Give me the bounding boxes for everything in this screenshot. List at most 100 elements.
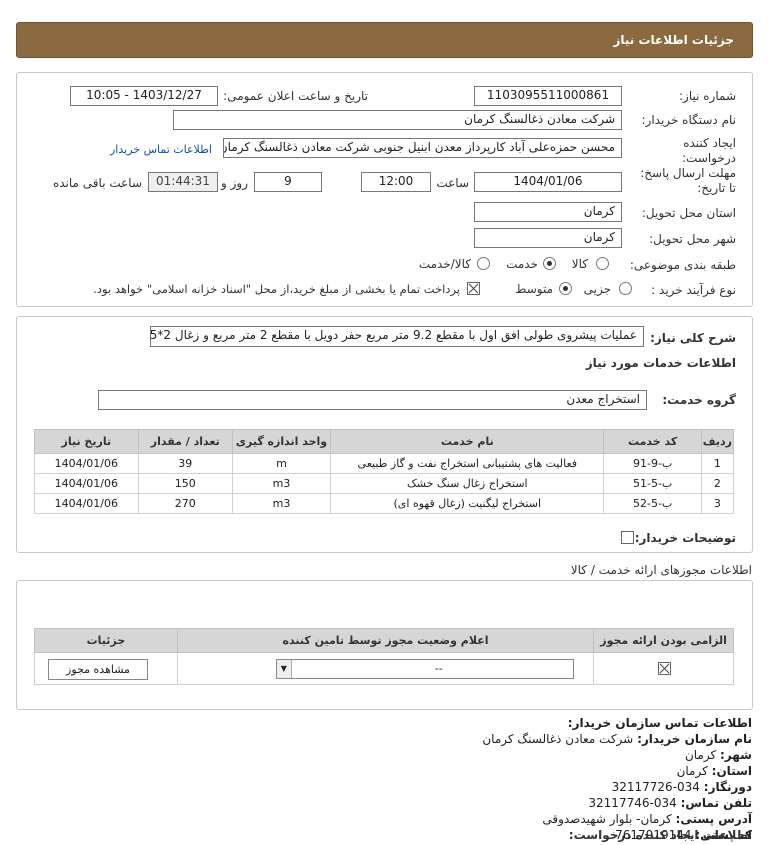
buyer-name-label: نام دستگاه خریدار: [641,113,737,127]
col-code: کد خدمت [603,429,702,454]
contact-address-line: آدرس پستی: کرمان- بلوار شهیدصدوقی [542,812,752,826]
remaining-time-field: 01:44:31 [148,172,218,192]
contact-phone-line: تلفن تماس: 034-32117746 [588,796,752,810]
province-label: استان محل تحویل: [641,206,736,220]
col-permit-status: اعلام وضعیت مجوز توسط تامین کننده [176,628,595,653]
cell-qty: 270 [137,493,233,514]
services-title: اطلاعات خدمات مورد نیاز [585,356,736,370]
deadline-date-field[interactable]: 1404/01/06 [474,172,622,192]
category-both-radio[interactable] [477,257,490,270]
contact-province-line: استان: کرمان [677,764,752,778]
col-date: تاریخ نیاز [34,429,139,454]
remaining-label: ساعت باقی مانده [52,176,142,190]
category-label: طبقه بندی موضوعی: [629,258,736,272]
category-goods-radio[interactable] [596,257,609,270]
service-group-label: گروه خدمت: [662,393,736,407]
items-table: ردیف کد خدمت نام خدمت واحد اندازه گیری ت… [34,429,735,514]
contact-fax-line: دورنگار: 034-32117726 [612,780,752,794]
table-row: 2 ب-5-51 استخراج زغال سنگ خشک m3 150 140… [34,473,735,494]
cell-row: 3 [700,493,735,514]
cell-code: ب-5-52 [603,493,702,514]
cell-qty: 39 [137,453,233,474]
cell-permit-required [593,652,734,685]
payment-note: پرداخت تمام یا بخشی از مبلغ خرید،از محل … [93,282,460,296]
contact-fax: 034-32117726 [611,780,700,794]
table-row: 1 ب-9-91 فعالیت های پشتیبانی استخراج نفت… [34,453,735,474]
col-row: ردیف [700,429,735,454]
province-field[interactable]: کرمان [474,202,622,222]
contact-fax-label: دورنگار: [703,780,752,794]
permit-required-checkbox [658,662,672,675]
need-number-field[interactable]: 1103095511000861 [474,86,622,106]
deadline-label-2: تا تاریخ: [697,181,736,195]
cell-date: 1404/01/06 [34,453,139,474]
need-number-label: شماره نیاز: [679,89,736,103]
table-row: 3 ب-5-52 استخراج لیگنیت (زغال قهوه ای) m… [34,493,735,514]
deadline-time-field[interactable]: 12:00 [361,172,431,192]
city-label: شهر محل تحویل: [649,232,736,246]
table-row: -- ▼ مشاهده مجوز [34,652,734,685]
process-label: نوع فرآیند خرید : [651,283,736,297]
category-service-label: خدمت [506,257,538,271]
cell-date: 1404/01/06 [34,493,139,514]
permit-status-value: -- [434,662,443,675]
contact-org-line: نام سازمان خریدار: شرکت معادن ذغالسنگ کر… [482,732,752,746]
category-service-radio[interactable] [543,257,556,270]
cell-qty: 150 [137,473,233,494]
cell-code: ب-9-91 [603,453,702,474]
contact-org: شرکت معادن ذغالسنگ کرمان [482,732,634,746]
chevron-down-icon: ▼ [276,660,292,678]
creator-label-2: درخواست: [682,151,736,165]
city-field[interactable]: کرمان [474,228,622,248]
process-minor-radio[interactable] [619,282,632,295]
contact-address-label: آدرس پستی: [675,812,752,826]
creator-field[interactable]: محسن حمزه‌علی آباد کارپرداز معدن ابنیل ج… [223,138,622,158]
buyer-notes-checkbox[interactable] [621,531,634,544]
contact-title: اطلاعات تماس سازمان خریدار: [567,716,752,730]
cell-permit-status: -- ▼ [176,652,595,685]
days-field[interactable]: 9 [254,172,322,192]
contact-city-label: شهر: [720,748,752,762]
process-medium-radio[interactable] [559,282,572,295]
col-permit-details: جزئیات [34,628,178,653]
buyer-contact-link[interactable]: اطلاعات تماس خریدار [110,143,212,156]
view-permit-button[interactable]: مشاهده مجوز [48,659,148,680]
cell-name: فعالیت های پشتیبانی استخراج نفت و گاز طب… [330,453,605,474]
cell-row: 2 [700,473,735,494]
contact-org-label: نام سازمان خریدار: [637,732,752,746]
page-header: جزئیات اطلاعات نیاز [16,22,753,58]
contact-city-line: شهر: کرمان [685,748,752,762]
announce-field[interactable]: 1403/12/27 - 10:05 [70,86,218,106]
permits-table: الزامی بودن ارائه مجوز اعلام وضعیت مجوز … [34,628,734,685]
contact-phone: 034-32117746 [588,796,677,810]
days-label: روز و [221,176,248,190]
buyer-notes-label: توضیحات خریدار: [634,531,736,545]
summary-field[interactable]: عملیات پیشروی طولی افق اول با مقطع 9.2 م… [150,326,644,347]
deadline-label-1: مهلت ارسال پاسخ: [640,166,736,180]
cell-permit-details: مشاهده مجوز [34,652,178,685]
treasury-payment-checkbox[interactable] [467,282,480,295]
col-name: نام خدمت [330,429,605,454]
process-medium-label: متوسط [515,282,553,296]
page-title: جزئیات اطلاعات نیاز [613,33,734,47]
permit-status-select[interactable]: -- ▼ [275,659,574,679]
permits-title: اطلاعات مجوزهای ارائه خدمت / کالا [570,563,752,577]
cell-name: استخراج زغال سنگ خشک [330,473,605,494]
col-permit-required: الزامی بودن ارائه مجوز [593,628,734,653]
buyer-name-field[interactable]: شرکت معادن ذغالسنگ کرمان [173,110,622,130]
category-goods-label: کالا [571,257,588,271]
contact-city: کرمان [684,748,717,762]
process-minor-label: جزیی [583,282,611,296]
contact-province-label: استان: [711,764,752,778]
service-group-field[interactable]: استخراج معدن [98,390,647,410]
cell-unit: m3 [231,473,332,494]
cell-unit: m3 [231,493,332,514]
cell-date: 1404/01/06 [34,473,139,494]
contact-address: کرمان- بلوار شهیدصدوقی [542,812,672,826]
time-label: ساعت [436,176,469,190]
cell-row: 1 [700,453,735,474]
contact-province: کرمان [676,764,708,778]
cell-unit: m [231,453,332,474]
col-qty: تعداد / مقدار [137,429,233,454]
contact-info: اطلاعات تماس سازمان خریدار: نام سازمان خ… [352,716,752,845]
